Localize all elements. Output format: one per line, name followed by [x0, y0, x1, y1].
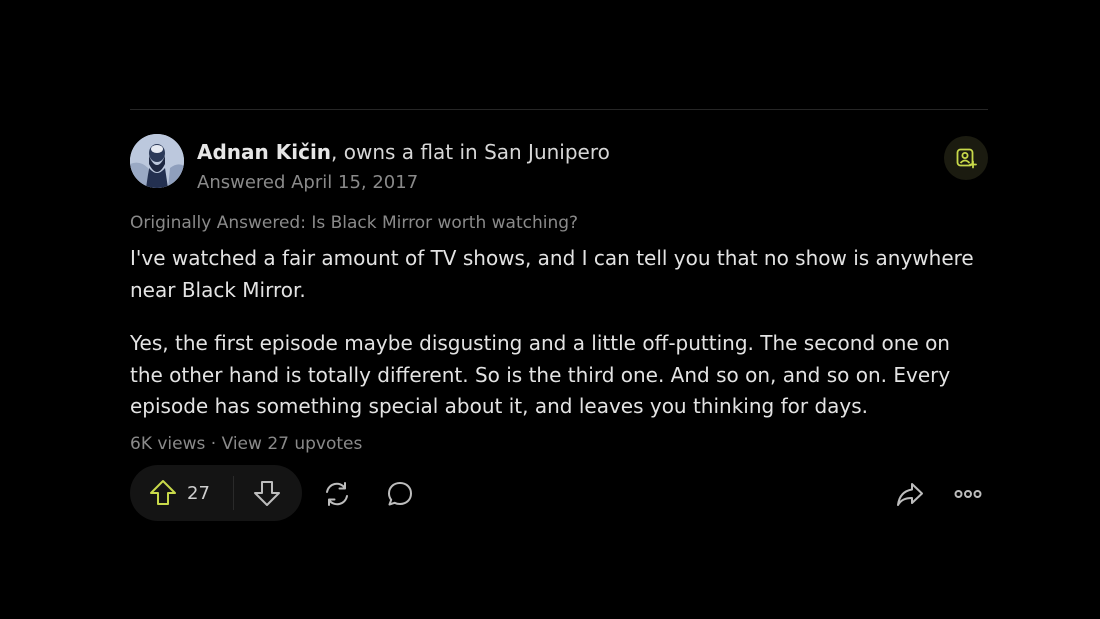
- answer-stats[interactable]: 6K views · View 27 upvotes: [130, 433, 362, 455]
- reshare-icon: [326, 482, 348, 506]
- answer-paragraph: Yes, the first episode maybe disgusting …: [130, 331, 951, 418]
- vote-separator: [233, 476, 234, 510]
- follow-button[interactable]: [944, 136, 988, 180]
- author-name[interactable]: Adnan Kičin: [197, 140, 331, 164]
- upvote-button[interactable]: 27: [148, 479, 210, 507]
- answer-card: Adnan Kičin, owns a flat in San Junipero…: [0, 0, 1100, 619]
- answer-paragraph: I've watched a fair amount of TV shows, …: [130, 246, 974, 302]
- answer-body: I've watched a fair amount of TV shows, …: [130, 243, 988, 445]
- avatar-image: [130, 134, 184, 188]
- comment-icon: [388, 482, 412, 506]
- upvote-count: 27: [187, 482, 210, 504]
- comment-button[interactable]: [385, 479, 415, 509]
- share-icon: [897, 483, 923, 506]
- downvote-button[interactable]: [252, 479, 282, 507]
- answered-date[interactable]: Answered April 15, 2017: [197, 172, 418, 194]
- more-button[interactable]: [953, 479, 983, 509]
- reshare-button[interactable]: [322, 479, 352, 509]
- share-button[interactable]: [895, 479, 925, 509]
- top-divider: [130, 109, 988, 110]
- arrow-up-icon: [150, 480, 176, 505]
- add-user-icon: [956, 148, 977, 169]
- originally-answered-question[interactable]: Originally Answered: Is Black Mirror wor…: [130, 212, 578, 234]
- avatar[interactable]: [130, 134, 184, 188]
- answer-header: Adnan Kičin, owns a flat in San Junipero…: [130, 134, 988, 193]
- more-icon: [954, 490, 982, 498]
- arrow-down-icon: [254, 481, 280, 506]
- author-line: Adnan Kičin, owns a flat in San Junipero: [197, 140, 610, 164]
- author-credential: , owns a flat in San Junipero: [331, 140, 610, 164]
- vote-pill: 27: [130, 465, 302, 521]
